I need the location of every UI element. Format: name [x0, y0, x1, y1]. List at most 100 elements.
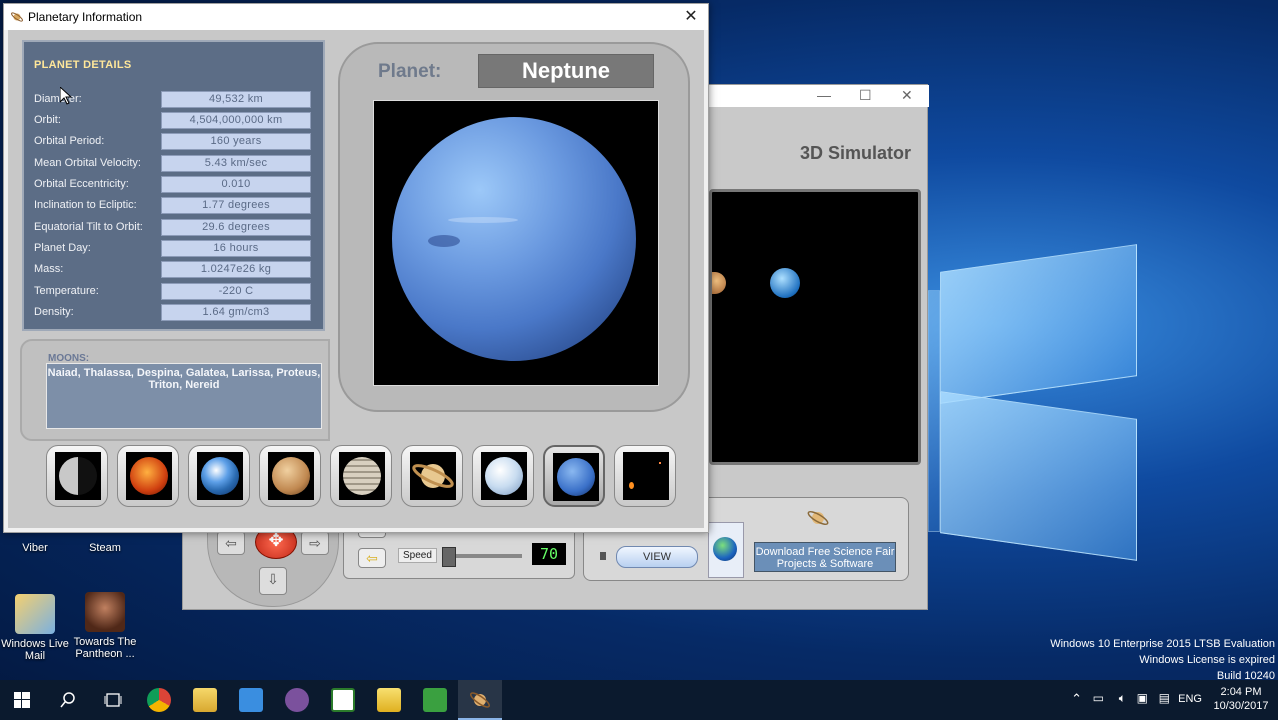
jupiter-icon: [343, 457, 381, 495]
desktop-icon-label: Towards The Pantheon ...: [73, 636, 137, 660]
desktop-icon-label: Steam: [89, 542, 121, 554]
app-icon[interactable]: [423, 688, 447, 712]
detail-value: 1.0247e26 kg: [161, 261, 311, 278]
desktop-icon-viber[interactable]: Viber: [0, 542, 70, 554]
window-title: Planetary Information: [28, 10, 143, 24]
watermark-line: Windows 10 Enterprise 2015 LTSB Evaluati…: [1050, 638, 1275, 650]
planet-viewer: Planet: Neptune: [338, 42, 690, 412]
globe-button[interactable]: [708, 522, 744, 578]
back-icon[interactable]: ⇦: [358, 548, 386, 568]
detail-label: Equatorial Tilt to Orbit:: [34, 221, 143, 233]
maximize-button[interactable]: ☐: [859, 87, 872, 104]
thumb-pluto[interactable]: [614, 445, 676, 507]
close-button[interactable]: ✕: [901, 87, 913, 104]
thumb-jupiter[interactable]: [330, 445, 392, 507]
detail-row-orbital-period: Orbital Period: 160 years: [34, 133, 324, 151]
window-client-area: PLANET DETAILS Diameter: 49,532 km Orbit…: [8, 30, 704, 528]
battery-icon[interactable]: ▭: [1093, 691, 1104, 705]
thumb-mercury[interactable]: [46, 445, 108, 507]
down-arrow-button[interactable]: ⇩: [259, 567, 287, 595]
minimize-button[interactable]: —: [817, 87, 831, 103]
detail-value: 5.43 km/sec: [161, 155, 311, 172]
windows-watermark: Windows 10 Enterprise 2015 LTSB Evaluati…: [1050, 636, 1275, 684]
thumb-saturn[interactable]: [401, 445, 463, 507]
mercury-image: [55, 452, 101, 500]
clock-date: 10/30/2017: [1213, 700, 1269, 712]
task-view-icon[interactable]: [104, 692, 122, 708]
detail-row-equatorial-tilt: Equatorial Tilt to Orbit: 29.6 degrees: [34, 219, 324, 237]
viber-icon[interactable]: [285, 688, 309, 712]
planetary-app-icon[interactable]: [468, 688, 492, 712]
word-app-icon[interactable]: [239, 688, 263, 712]
planet-sprite[interactable]: [770, 268, 800, 298]
game-icon: [85, 592, 125, 632]
thumb-mars[interactable]: [259, 445, 321, 507]
detail-value: 4,504,000,000 km: [161, 112, 311, 129]
thumb-earth[interactable]: [188, 445, 250, 507]
planet-label: Planet:: [378, 61, 442, 82]
detail-row-orbital-eccentricity: Orbital Eccentricity: 0.010: [34, 176, 324, 194]
logo-pane: [940, 244, 1137, 404]
left-arrow-button[interactable]: ⇦: [217, 531, 245, 555]
search-icon[interactable]: [60, 692, 76, 708]
desktop-icon-label: Windows Live Mail: [1, 638, 69, 662]
mouse-cursor-icon: [60, 87, 72, 105]
simulator-titlebar[interactable]: — ☐ ✕: [709, 85, 929, 107]
neptune-icon: [557, 458, 595, 496]
earth-icon: [201, 457, 239, 495]
detail-label: Temperature:: [34, 285, 99, 297]
right-arrow-button[interactable]: ⇨: [301, 531, 329, 555]
app-icon[interactable]: [331, 688, 355, 712]
saturn-icon: [807, 510, 829, 526]
chrome-icon[interactable]: [147, 688, 171, 712]
language-indicator[interactable]: ENG: [1178, 693, 1202, 705]
detail-value: 1.77 degrees: [161, 197, 311, 214]
detail-row-orbit: Orbit: 4,504,000,000 km: [34, 112, 324, 130]
detail-row-inclination: Inclination to Ecliptic: 1.77 degrees: [34, 197, 324, 215]
detail-value: 29.6 degrees: [161, 219, 311, 236]
network-icon[interactable]: ▣: [1137, 691, 1148, 705]
planet-sprite[interactable]: [712, 272, 726, 294]
file-explorer-icon[interactable]: [377, 688, 401, 712]
planetary-information-window[interactable]: Planetary Information ✕ PLANET DETAILS D…: [3, 3, 709, 533]
desktop-icon-steam[interactable]: Steam: [70, 542, 140, 554]
speed-slider-thumb[interactable]: [442, 547, 456, 567]
window-titlebar[interactable]: Planetary Information ✕: [4, 4, 708, 30]
lock-icon: [600, 552, 606, 560]
detail-label: Diameter:: [34, 93, 82, 105]
speed-label: Speed: [398, 548, 437, 563]
action-center-icon[interactable]: ▤: [1159, 691, 1170, 705]
simulator-viewport[interactable]: [709, 189, 921, 465]
start-button[interactable]: [14, 692, 30, 708]
desktop-icon-label: Viber: [22, 542, 48, 554]
venus-icon: [130, 457, 168, 495]
close-button[interactable]: ✕: [680, 6, 702, 28]
pluto-image: [623, 452, 669, 500]
download-link[interactable]: Download Free Science Fair Projects & So…: [754, 542, 896, 572]
detail-label: Mean Orbital Velocity:: [34, 157, 141, 169]
dark-spot: [428, 235, 460, 247]
clock[interactable]: 2:04 PM 10/30/2017: [1210, 685, 1272, 713]
moons-list: Naiad, Thalassa, Despina, Galatea, Laris…: [46, 363, 322, 429]
mars-image: [268, 452, 314, 500]
logo-pane: [928, 290, 940, 532]
view-button[interactable]: VIEW: [616, 546, 698, 568]
detail-row-diameter: Diameter: 49,532 km: [34, 91, 324, 109]
star-icon: [659, 462, 661, 464]
thumb-uranus[interactable]: [472, 445, 534, 507]
chevron-up-icon[interactable]: ⌃: [1071, 691, 1082, 707]
folder-icon[interactable]: [193, 688, 217, 712]
detail-row-temperature: Temperature: -220 C: [34, 283, 324, 301]
mars-icon: [272, 457, 310, 495]
thumb-neptune[interactable]: [543, 445, 605, 507]
thumb-venus[interactable]: [117, 445, 179, 507]
desktop-icon-towards-the-pantheon[interactable]: Towards The Pantheon ...: [70, 592, 140, 660]
pluto-icon: [629, 482, 634, 489]
logo-pane: [940, 391, 1137, 561]
saturn-icon: [412, 464, 454, 488]
detail-value: 0.010: [161, 176, 311, 193]
detail-label: Orbital Eccentricity:: [34, 178, 129, 190]
detail-value: 1.64 gm/cm3: [161, 304, 311, 321]
desktop-icon-windows-live-mail[interactable]: Windows Live Mail: [0, 594, 70, 662]
volume-icon[interactable]: 🔈︎: [1119, 691, 1126, 706]
